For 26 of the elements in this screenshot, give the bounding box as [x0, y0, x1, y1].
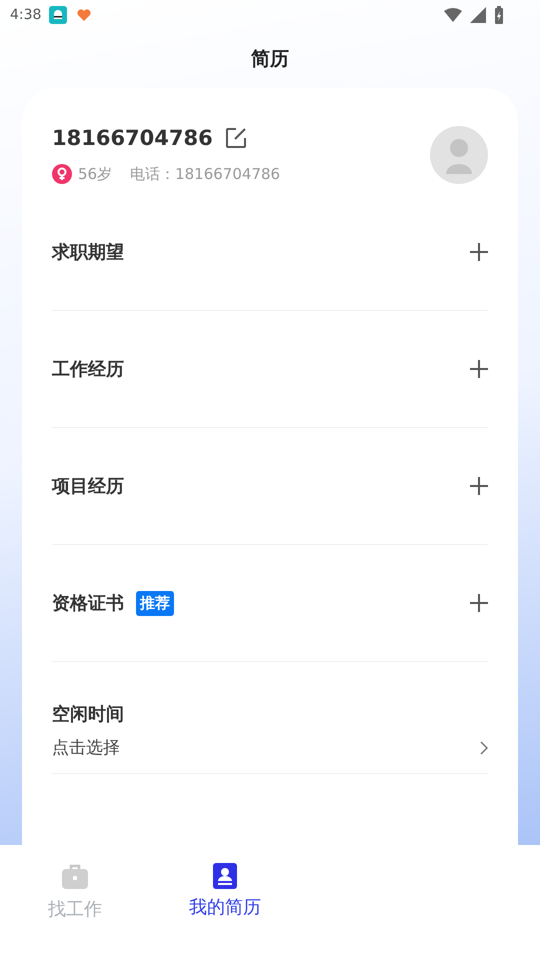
recommend-badge: 推荐 — [136, 590, 174, 616]
section-title: 项目经历 — [52, 475, 124, 498]
add-icon[interactable] — [470, 360, 488, 378]
resume-icon — [213, 863, 237, 889]
section-title: 求职期望 — [52, 241, 124, 264]
phone-text: 电话：18166704786 — [130, 164, 280, 184]
briefcase-icon — [61, 863, 89, 891]
battery-icon — [494, 6, 504, 24]
add-icon[interactable] — [470, 243, 488, 261]
nav-tab[interactable]: 我的简历 — [150, 845, 300, 960]
section-title: 空闲时间 — [52, 703, 125, 726]
wifi-icon — [444, 8, 462, 22]
status-time: 4:38 — [10, 7, 42, 23]
section-title: 工作经历 — [52, 358, 124, 381]
page-title: 简历 — [251, 47, 289, 72]
select-option[interactable]: 点击选择 — [52, 736, 120, 759]
section-title: 资格证书 — [52, 592, 124, 615]
female-icon — [52, 164, 72, 184]
add-icon[interactable] — [470, 477, 488, 495]
app-notification-icon — [49, 6, 68, 24]
signal-icon — [470, 7, 486, 23]
user-name: 18166704786 — [52, 126, 213, 150]
age-text: 56岁 — [78, 164, 112, 184]
add-icon[interactable] — [470, 594, 488, 612]
edit-icon[interactable] — [224, 127, 247, 149]
chevron-right-icon — [480, 740, 488, 754]
